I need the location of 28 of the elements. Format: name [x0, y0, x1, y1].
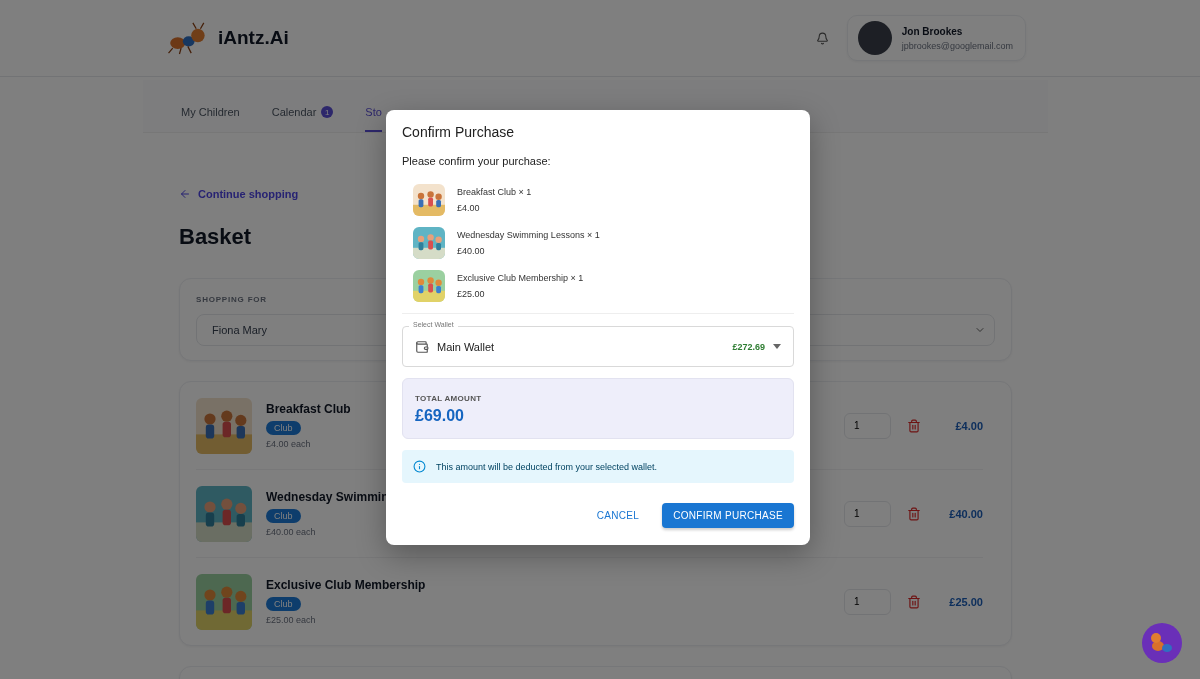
item-total: £4.00: [954, 419, 983, 432]
page-title: Basket: [179, 224, 252, 250]
dialog-title: Confirm Purchase: [402, 124, 516, 140]
total-amount: £69.00: [415, 407, 465, 425]
item-total: £25.00: [949, 595, 983, 608]
item-unit-price: £25.00 each: [266, 615, 317, 625]
item-unit-price: £4.00 each: [266, 439, 312, 449]
info-text: This amount will be deducted from your selected wallet.: [436, 461, 658, 472]
purchase-item-price: £25.00: [457, 289, 486, 299]
purchase-item-name: Exclusive Club Membership × 1: [457, 273, 584, 283]
total-label: TOTAL AMOUNT: [415, 394, 483, 403]
brand-name: iAntz.Ai: [218, 27, 289, 49]
user-email: jpbrookes@googlemail.com: [901, 40, 1013, 51]
count-badge: 1: [321, 106, 334, 118]
purchase-item-name: Breakfast Club × 1: [457, 187, 532, 197]
user-name: Jon Brookes: [901, 25, 964, 37]
purchase-item-price: £4.00: [457, 203, 481, 213]
item-unit-price: £40.00 each: [266, 527, 317, 537]
shopping-for-label: SHOPPING FOR: [196, 295, 268, 304]
item-total: £40.00: [949, 507, 983, 520]
category-tag: Club: [266, 509, 301, 523]
purchase-item-price: £40.00: [457, 246, 486, 256]
category-tag: Club: [266, 597, 301, 611]
category-tag: Club: [266, 421, 301, 435]
dialog-prompt: Please confirm your purchase:: [402, 155, 552, 167]
item-name: Exclusive Club Membership: [266, 578, 426, 592]
purchase-item-name: Wednesday Swimming Lessons × 1: [457, 230, 600, 240]
item-name: Breakfast Club: [266, 402, 351, 416]
